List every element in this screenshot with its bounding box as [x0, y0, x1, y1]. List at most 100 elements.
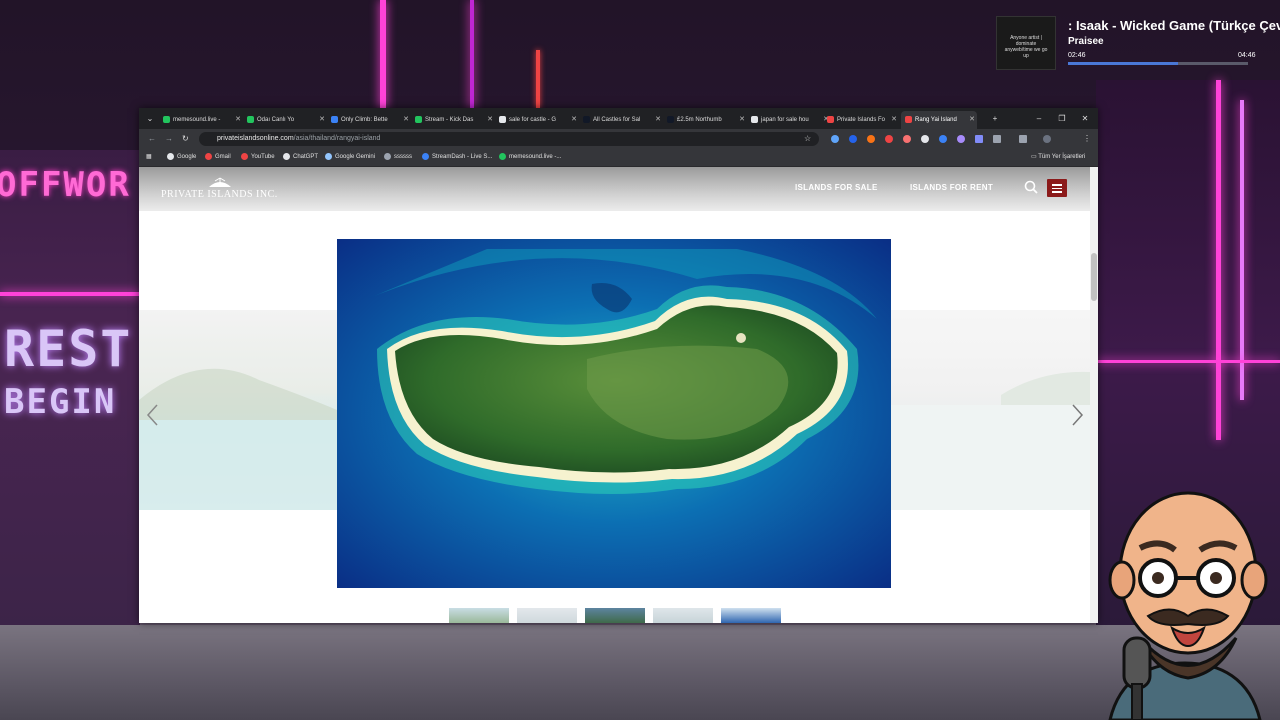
site-logo[interactable]: PRIVATE ISLANDS INC. — [161, 189, 278, 200]
track-artist: Praisee — [1068, 36, 1104, 47]
browser-toolbar: ← → ↻ privateislandsonline.com/asia/thai… — [139, 129, 1098, 149]
tab-label: Rang Yai Island — [915, 117, 957, 123]
scrollbar-thumb[interactable] — [1091, 253, 1097, 301]
url-host: privateislandsonline.com — [217, 135, 294, 142]
back-arrow-icon[interactable]: ← — [148, 132, 156, 146]
maximize-button[interactable]: ❐ — [1051, 108, 1073, 129]
reload-icon[interactable]: ↻ — [182, 132, 189, 146]
extension-icon[interactable] — [885, 135, 893, 143]
gallery-thumbnail[interactable] — [585, 608, 645, 623]
address-bar[interactable]: privateislandsonline.com/asia/thailand/r… — [199, 132, 819, 146]
minimize-button[interactable]: – — [1028, 108, 1050, 129]
extension-icon[interactable] — [831, 135, 839, 143]
bookmark-label: Google Gemini — [335, 154, 376, 160]
tab-favicon-icon — [667, 115, 674, 123]
nav-islands-for-rent[interactable]: ISLANDS FOR RENT — [910, 183, 993, 192]
progress-bar — [1068, 62, 1248, 65]
gallery-thumbnail[interactable] — [449, 608, 509, 623]
bookmark-item[interactable]: ChatGPT — [283, 149, 318, 166]
neon-strip — [0, 292, 140, 296]
next-slide-preview[interactable] — [891, 310, 1090, 510]
bookmark-label: Gmail — [215, 154, 231, 160]
browser-tab[interactable]: sale for castle - G ✕ — [495, 111, 579, 129]
bookmark-label: StreamDash - Live S... — [432, 154, 493, 160]
neon-sign-rest: REST — [4, 320, 133, 378]
close-tab-icon[interactable]: ✕ — [655, 111, 661, 129]
neon-strip — [1216, 80, 1221, 440]
tab-label: £2.5m Northumb — [677, 117, 722, 123]
tab-search-button[interactable]: ⌄ — [139, 108, 161, 129]
tab-favicon-icon — [247, 115, 254, 123]
previous-slide-preview[interactable] — [139, 310, 337, 510]
browser-tab[interactable]: Odaı Canlı Yo ✕ — [243, 111, 327, 129]
browser-tab[interactable]: japan for sale hou✕ — [747, 111, 831, 129]
bookmark-star-icon[interactable]: ☆ — [804, 132, 811, 146]
search-icon[interactable] — [1024, 180, 1038, 194]
profile-avatar[interactable] — [1043, 135, 1051, 143]
bookmark-item[interactable]: Google — [167, 149, 196, 166]
bookmark-favicon-icon — [167, 152, 174, 160]
gallery-thumbnail[interactable] — [653, 608, 713, 623]
close-tab-icon[interactable]: ✕ — [571, 111, 577, 129]
browser-tab[interactable]: Private Islands Fo ✕ — [823, 111, 899, 129]
browser-tab[interactable]: Stream - Kick Das ✕ — [411, 111, 495, 129]
close-tab-icon[interactable]: ✕ — [739, 111, 745, 129]
side-panel-icon[interactable] — [1019, 135, 1027, 143]
close-tab-icon[interactable]: ✕ — [487, 111, 493, 129]
bookmark-item[interactable]: Google Gemini — [325, 149, 375, 166]
hamburger-menu-button[interactable] — [1047, 179, 1067, 197]
close-tab-icon[interactable]: ✕ — [891, 111, 897, 129]
tab-favicon-icon — [827, 115, 834, 123]
close-tab-icon[interactable]: ✕ — [235, 111, 241, 129]
forward-arrow-icon[interactable]: → — [165, 132, 173, 146]
extension-icon[interactable] — [903, 135, 911, 143]
previous-arrow-icon[interactable] — [145, 403, 161, 427]
close-tab-icon[interactable]: ✕ — [969, 111, 975, 129]
close-tab-icon[interactable]: ✕ — [403, 111, 409, 129]
extension-icon[interactable] — [921, 135, 929, 143]
thumbnail-caption: Anyone artist | dominate anyweb/time we … — [1004, 35, 1048, 59]
bookmark-favicon-icon — [283, 152, 290, 160]
bookmark-favicon-icon — [325, 152, 332, 160]
neon-sign-begin: BEGIN — [4, 382, 117, 422]
close-window-button[interactable]: ✕ — [1074, 108, 1096, 129]
browser-tab[interactable]: £2.5m Northumb ✕ — [663, 111, 747, 129]
new-tab-button[interactable]: + — [984, 108, 1006, 129]
extension-icon[interactable] — [993, 135, 1001, 143]
extension-icon[interactable] — [939, 135, 947, 143]
bookmark-item[interactable]: Gmail — [205, 149, 231, 166]
nav-islands-for-sale[interactable]: ISLANDS FOR SALE — [795, 183, 878, 192]
gallery-thumbnail[interactable] — [517, 608, 577, 623]
menu-kebab-icon[interactable]: ⋮ — [1083, 132, 1091, 146]
tab-favicon-icon — [163, 115, 170, 123]
browser-tab[interactable]: Rang Yai Island ✕ — [901, 111, 977, 129]
extension-icon[interactable] — [849, 135, 857, 143]
all-bookmarks-label: Tüm Yer İşaretleri — [1038, 154, 1086, 160]
tab-favicon-icon — [331, 115, 338, 123]
streamer-avatar — [1108, 491, 1268, 720]
bookmark-label: YouTube — [251, 154, 275, 160]
all-bookmarks-folder[interactable]: ▭ Tüm Yer İşaretleri — [1031, 149, 1085, 166]
close-tab-icon[interactable]: ✕ — [319, 111, 325, 129]
browser-tab[interactable]: memesound.live - ✕ — [159, 111, 243, 129]
url-path: /asia/thailand/rangyai-island — [293, 135, 381, 142]
puzzle-extensions-icon[interactable] — [975, 135, 983, 143]
gallery-thumbnail[interactable] — [721, 608, 781, 623]
bookmark-favicon-icon — [205, 152, 212, 160]
browser-tab[interactable]: All Castles for Sal ✕ — [579, 111, 663, 129]
bookmark-item[interactable]: YouTube — [241, 149, 275, 166]
page-scrollbar[interactable] — [1090, 167, 1098, 623]
street-floor — [0, 625, 1280, 720]
bookmark-item[interactable]: ssssss — [384, 149, 412, 166]
bookmark-item[interactable]: StreamDash - Live S... — [422, 149, 492, 166]
tab-label: Stream - Kick Das — [425, 117, 474, 123]
next-arrow-icon[interactable] — [1069, 403, 1085, 427]
extension-icon[interactable] — [957, 135, 965, 143]
site-header: PRIVATE ISLANDS INC. ISLANDS FOR SALE IS… — [139, 167, 1090, 211]
apps-grid-icon[interactable]: ▦ — [146, 149, 152, 166]
browser-tab[interactable]: Only Climb: Bette ✕ — [327, 111, 411, 129]
bookmark-item[interactable]: memesound.live -... — [499, 149, 561, 166]
bookmark-favicon-icon — [499, 152, 506, 160]
extension-icon[interactable] — [867, 135, 875, 143]
bookmark-label: Google — [177, 154, 197, 160]
